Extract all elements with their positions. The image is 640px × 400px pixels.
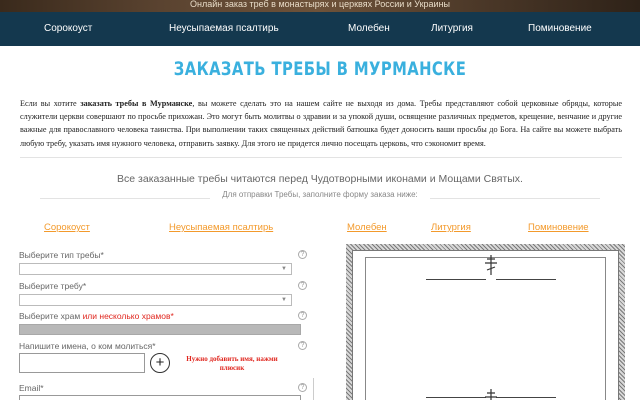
add-name-button[interactable]: +	[150, 353, 170, 373]
treba-type-label: Выберите тип требы*	[19, 250, 104, 260]
temple-label: Выберите храм или несколько храмов*	[19, 311, 174, 321]
temple-select[interactable]	[19, 324, 301, 335]
frame-line-bottom-right	[496, 397, 556, 398]
divider	[20, 157, 622, 158]
tab-liturgy[interactable]: Литургия	[431, 222, 471, 233]
treba-label: Выберите требу*	[19, 281, 87, 291]
main-nav: Сорокоуст Неусыпаемая псалтирь Молебен Л…	[0, 12, 640, 46]
frame-line-left	[426, 279, 486, 280]
orthodox-cross-icon	[485, 255, 497, 275]
top-banner: Онлайн заказ треб в монастырях и церквях…	[0, 0, 640, 12]
nav-item-psalter[interactable]: Неусыпаемая псалтирь	[169, 12, 279, 46]
nav-item-liturgy[interactable]: Литургия	[431, 12, 473, 46]
name-input[interactable]	[19, 353, 145, 373]
top-banner-text: Онлайн заказ треб в монастырях и церквях…	[189, 0, 451, 9]
help-icon[interactable]: ?	[298, 341, 307, 350]
tab-sorokoust[interactable]: Сорокоуст	[44, 222, 90, 233]
intro-paragraph: Если вы хотите заказать требы в Мурманск…	[20, 97, 622, 150]
nav-item-pominovenie[interactable]: Поминовение	[528, 12, 592, 46]
page-title: ЗАКАЗАТЬ ТРЕБЫ В МУРМАНСКЕ	[173, 58, 467, 80]
help-icon[interactable]: ?	[298, 311, 307, 320]
help-icon[interactable]: ?	[298, 250, 307, 259]
frame-inner	[352, 250, 619, 400]
treba-type-select[interactable]: ▼	[19, 263, 292, 275]
frame-line-bottom-left	[426, 397, 486, 398]
tab-moleben[interactable]: Молебен	[347, 222, 387, 233]
intro-lead: Если вы хотите	[20, 99, 81, 108]
nav-item-sorokoust[interactable]: Сорокоуст	[44, 12, 92, 46]
subheading: Все заказанные требы читаются перед Чудо…	[117, 173, 523, 185]
temple-label-red: или несколько храмов*	[82, 311, 174, 321]
treba-select[interactable]: ▼	[19, 294, 292, 306]
tab-psalter[interactable]: Неусыпаемая псалтирь	[169, 222, 273, 233]
chevron-down-icon: ▼	[281, 297, 287, 303]
names-label: Напишите имена, о ком молиться*	[19, 341, 156, 351]
nav-item-moleben[interactable]: Молебен	[348, 12, 390, 46]
divider-left	[40, 198, 210, 199]
help-icon[interactable]: ?	[298, 383, 307, 392]
tab-pominovenie[interactable]: Поминовение	[528, 222, 589, 233]
treba-preview-frame	[346, 244, 625, 400]
orthodox-cross-icon	[485, 389, 497, 400]
intro-bold: заказать требы в Мурманске	[80, 99, 193, 108]
frame-line-right	[496, 279, 556, 280]
temple-label-text: Выберите храм	[19, 311, 83, 321]
email-label: Email*	[19, 383, 44, 393]
form-divider	[313, 378, 314, 400]
email-field[interactable]	[19, 395, 301, 400]
add-name-warning: Нужно добавить имя, нажми плюсик	[186, 355, 278, 372]
chevron-down-icon: ▼	[281, 266, 287, 272]
divider-right	[430, 198, 600, 199]
help-icon[interactable]: ?	[298, 281, 307, 290]
